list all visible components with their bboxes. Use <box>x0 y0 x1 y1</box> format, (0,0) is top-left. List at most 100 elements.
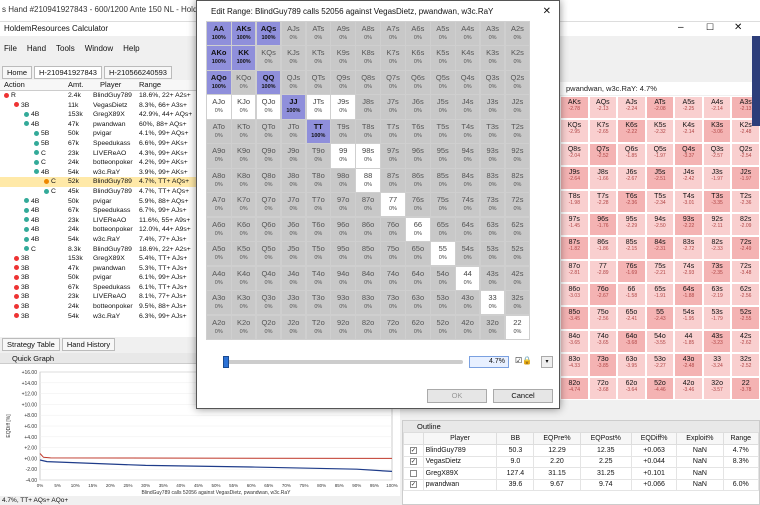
ev-cell[interactable]: 62o -3.64 <box>617 376 646 400</box>
ev-cell[interactable]: 72o -3.68 <box>588 376 618 400</box>
range-cell[interactable]: K8s 0% <box>356 46 380 70</box>
range-cell[interactable]: Q4s 0% <box>455 70 480 95</box>
range-cell[interactable]: J7s 0% <box>381 95 405 119</box>
range-cell[interactable]: 74o 0% <box>381 266 405 290</box>
tree-row[interactable]: 4B 50k pvigar 5.9%, 88+ AQs+ <box>0 197 200 207</box>
range-options-button[interactable]: ▾ <box>541 356 553 368</box>
outline-row[interactable]: GregX89X 127.4 31.15 31.25 +0.101 NaN <box>403 467 760 480</box>
range-cell[interactable]: A9s 0% <box>331 22 355 46</box>
range-cell[interactable]: 76s 0% <box>406 193 430 217</box>
ev-cell[interactable]: 94s -2.50 <box>645 212 675 237</box>
range-cell[interactable]: 97s 0% <box>381 144 405 168</box>
range-cell[interactable]: K3s 0% <box>480 46 505 70</box>
outline-col-exploit[interactable]: Exploit% <box>676 432 724 445</box>
col-range[interactable]: Range <box>139 80 161 89</box>
menu-item-file[interactable]: File <box>4 44 17 56</box>
ev-cell[interactable]: 22 -3.78 <box>731 376 760 400</box>
cancel-button[interactable]: Cancel <box>493 389 553 403</box>
range-cell[interactable]: T5s 0% <box>431 119 455 144</box>
range-cell[interactable]: Q2o 0% <box>256 315 281 339</box>
ev-cell[interactable]: 75o -2.56 <box>588 306 618 330</box>
outline-col-eqdiff[interactable]: EQDiff% <box>630 432 678 445</box>
ev-cell[interactable]: 32o -3.57 <box>702 376 732 400</box>
range-cell[interactable]: 42o 0% <box>455 315 480 339</box>
ev-cell[interactable]: 96s -1.76 <box>588 212 618 237</box>
range-cell[interactable]: K5s 0% <box>431 46 455 70</box>
range-cell[interactable]: 65s 0% <box>431 217 455 241</box>
ev-cell[interactable]: 42o -3.46 <box>674 376 703 400</box>
range-cell[interactable]: 84s 0% <box>455 168 480 192</box>
range-cell[interactable]: 85s 0% <box>431 168 455 192</box>
range-cell[interactable]: A9o 0% <box>207 144 231 168</box>
range-cell[interactable]: 62o 0% <box>406 315 430 339</box>
ev-cell[interactable]: 74o -3.65 <box>588 329 618 354</box>
ev-cell[interactable]: 32s -2.52 <box>731 353 760 377</box>
range-cell[interactable]: K9s 0% <box>331 46 355 70</box>
outline-row[interactable]: ✓ BlindGuy789 50.3 12.29 12.35 +0.063 NaN 4.7% <box>403 444 760 457</box>
outline-col-eqpre[interactable]: EQPre% <box>533 432 581 445</box>
range-cell[interactable]: A5s 0% <box>431 22 455 46</box>
range-cell[interactable]: A2o 0% <box>207 315 231 339</box>
ev-cell[interactable]: K3s -3.06 <box>702 119 732 143</box>
range-cell[interactable]: K8o 0% <box>231 168 256 192</box>
range-cell[interactable]: 92s 0% <box>505 144 530 168</box>
range-cell[interactable]: 86o 0% <box>356 217 380 241</box>
tree-row[interactable]: 3B 11k VegasDietz 8.3%, 66+ A3s+ <box>0 101 200 111</box>
lock-icon[interactable]: ☑🔒 <box>515 356 532 365</box>
tree-row[interactable]: C 24k botteonpoker 4.2%, 99+ AKs+ <box>0 158 200 168</box>
ev-cell[interactable]: K4s -2.14 <box>674 119 703 143</box>
range-cell[interactable]: T6o 0% <box>306 217 331 241</box>
range-cell[interactable]: JJ 100% <box>281 95 306 119</box>
range-cell[interactable]: 43o 0% <box>455 291 480 315</box>
range-cell[interactable]: 86s 0% <box>406 168 430 192</box>
range-cell[interactable]: A8o 0% <box>207 168 231 192</box>
tree-row[interactable]: 5B 50k pvigar 4.1%, 99+ AQs+ <box>0 129 200 139</box>
ev-cell[interactable]: 43o -2.48 <box>674 353 703 377</box>
range-cell[interactable]: T8o 0% <box>306 168 331 192</box>
range-cell[interactable]: A5o 0% <box>207 242 231 266</box>
player-checkbox[interactable]: ✓ <box>409 446 417 454</box>
ev-cell[interactable]: T7s -2.28 <box>588 189 618 213</box>
range-cell[interactable]: 54s 0% <box>455 242 480 266</box>
range-cell[interactable]: T5o 0% <box>306 242 331 266</box>
range-cell[interactable]: J9s 0% <box>331 95 355 119</box>
tree-row[interactable]: 3B 24k botteonpoker 9.5%, 88+ AJs+ <box>0 302 200 312</box>
ev-cell[interactable]: 77 -2.89 <box>588 259 618 284</box>
range-cell[interactable]: QTs 0% <box>306 70 331 95</box>
action-tree[interactable]: R 2.4k BlindGuy789 18.6%, 22+ A2s+ 3B 11k Vega… <box>0 91 200 337</box>
range-cell[interactable]: K9o 0% <box>231 144 256 168</box>
range-cell[interactable]: 64o 0% <box>406 266 430 290</box>
range-cell[interactable]: KTs 0% <box>306 46 331 70</box>
tree-row[interactable]: 3B 67k Speedukass 6.1%, TT+ AJs+ <box>0 283 200 293</box>
range-cell[interactable]: T2o 0% <box>306 315 331 339</box>
range-cell[interactable]: 82o 0% <box>356 315 380 339</box>
range-cell[interactable]: 43s 0% <box>480 266 505 290</box>
range-cell[interactable]: T3o 0% <box>306 291 331 315</box>
range-cell[interactable]: AKo 100% <box>207 46 231 70</box>
range-cell[interactable]: 83o 0% <box>356 291 380 315</box>
ev-cell[interactable]: Q3s -2.57 <box>702 142 732 167</box>
ev-cell[interactable]: J6s -2.67 <box>617 166 646 190</box>
range-cell[interactable]: A7o 0% <box>207 193 231 217</box>
ev-cell[interactable]: 95s -2.29 <box>617 212 646 237</box>
tab-h-210941927843[interactable]: H-210941927843 <box>34 66 102 79</box>
tree-row[interactable]: 4B 54k w3c.RaY 3.9%, 99+ AKs+ <box>0 168 200 178</box>
range-cell[interactable]: Q9s 0% <box>331 70 355 95</box>
ev-cell[interactable]: A5s -2.25 <box>674 96 703 120</box>
range-cell[interactable]: 82s 0% <box>505 168 530 192</box>
col-amt[interactable]: Amt. <box>68 80 83 89</box>
close-icon[interactable]: ✕ <box>734 22 742 33</box>
ev-cell[interactable]: T3s -3.35 <box>702 189 732 213</box>
ev-cell[interactable]: Q8s -2.04 <box>560 142 589 167</box>
ev-cell[interactable]: 42s -2.62 <box>731 329 760 354</box>
tree-row[interactable]: 4B 24k botteonpoker 12.0%, 44+ A9s+ <box>0 225 200 235</box>
range-cell[interactable]: 72o 0% <box>381 315 405 339</box>
range-cell[interactable]: 76o 0% <box>381 217 405 241</box>
range-cell[interactable]: AKs 100% <box>231 22 256 46</box>
range-cell[interactable]: A3o 0% <box>207 291 231 315</box>
tree-row[interactable]: C 8.3k BlindGuy789 18.6%, 22+ A2s+ <box>0 245 200 255</box>
range-cell[interactable]: T2s 0% <box>505 119 530 144</box>
range-cell[interactable]: J7o 0% <box>281 193 306 217</box>
range-cell[interactable]: 88 0% <box>356 168 380 192</box>
range-cell[interactable]: 62s 0% <box>505 217 530 241</box>
